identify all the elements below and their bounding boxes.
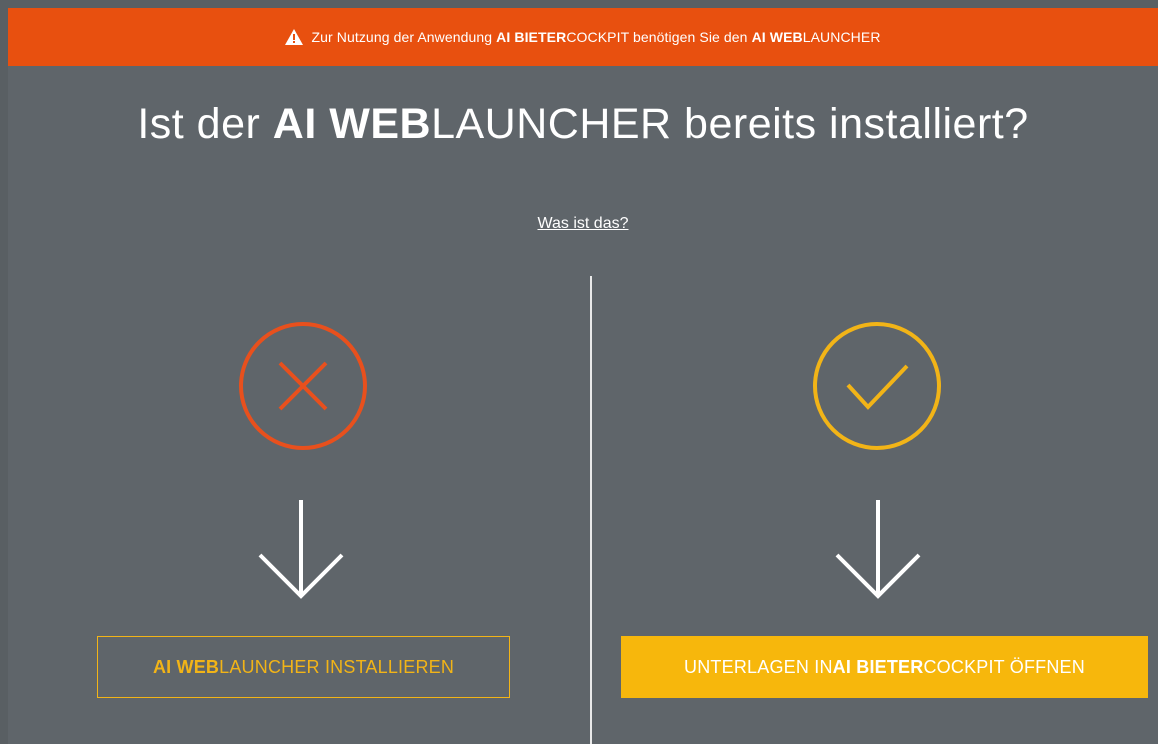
launcher-dialog: Zur Nutzung der Anwendung AI BIETERCOCKP… (8, 8, 1158, 744)
what-is-this-link[interactable]: Was ist das? (538, 215, 629, 232)
warning-banner: Zur Nutzung der Anwendung AI BIETERCOCKP… (8, 8, 1158, 66)
x-circle-icon (239, 322, 367, 450)
vertical-divider (590, 276, 592, 744)
page-title: Ist der AI WEBLAUNCHER bereits installie… (137, 100, 1029, 148)
banner-text: Zur Nutzung der Anwendung AI BIETERCOCKP… (311, 29, 881, 45)
arrow-down-icon (835, 500, 921, 599)
arrow-down-icon (258, 500, 344, 599)
install-weblauncher-button[interactable]: AI WEB LAUNCHER INSTALLIEREN (97, 636, 510, 698)
open-in-bietercockpit-button[interactable]: UNTERLAGEN IN AI BIETER COCKPIT ÖFFNEN (621, 636, 1148, 698)
help-link-container: Was ist das? (8, 215, 1158, 233)
check-circle-icon (813, 322, 941, 450)
warning-triangle-icon (285, 29, 304, 45)
